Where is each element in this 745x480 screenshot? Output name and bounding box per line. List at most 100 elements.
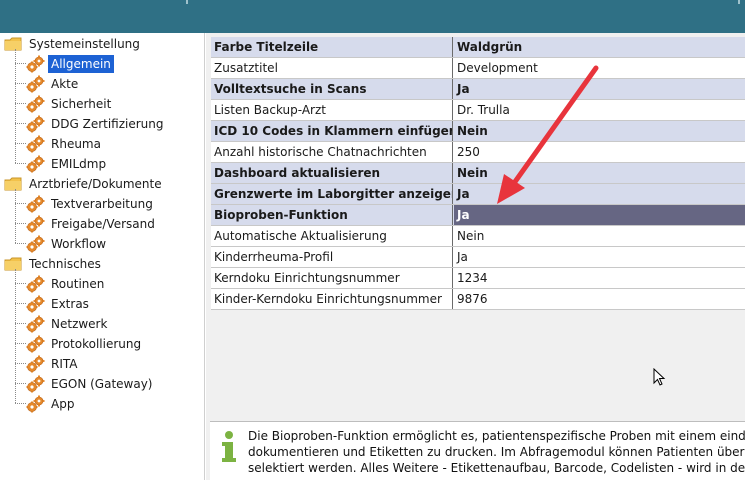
- tree-folder[interactable]: Systemeinstellung: [4, 33, 143, 53]
- setting-value[interactable]: Development: [454, 58, 745, 78]
- info-panel: Die Bioproben-Funktion ermöglicht es, pa…: [210, 421, 745, 480]
- tree-item[interactable]: DDG Zertifizierung: [26, 113, 167, 133]
- settings-row[interactable]: Kinderrheuma-Profil Ja: [211, 247, 745, 268]
- settings-row[interactable]: ICD 10 Codes in Klammern einfügen Nein: [211, 121, 745, 142]
- tree-connector: [15, 303, 26, 304]
- tree-item-label: DDG Zertifizierung: [51, 116, 164, 131]
- settings-row[interactable]: Volltextsuche in Scans Ja: [211, 79, 745, 100]
- tree-item-label: Workflow: [51, 236, 107, 251]
- tree-item[interactable]: RITA: [26, 353, 80, 373]
- tree-connector: [15, 243, 26, 244]
- tree-folder-label: Systemeinstellung: [29, 36, 140, 51]
- gear-icon: [26, 295, 46, 313]
- tree-item-label: Routinen: [51, 276, 105, 291]
- setting-value[interactable]: Dr. Trulla: [454, 100, 745, 120]
- setting-name: Automatische Aktualisierung: [211, 226, 453, 246]
- tree-item-label: EGON (Gateway): [51, 376, 153, 391]
- setting-name: Grenzwerte im Laborgitter anzeigen: [211, 184, 453, 204]
- settings-row[interactable]: Automatische Aktualisierung Nein: [211, 226, 745, 247]
- tree-item[interactable]: Allgemein: [26, 53, 114, 73]
- settings-row[interactable]: Anzahl historische Chatnachrichten 250: [211, 142, 745, 163]
- tree-folder[interactable]: Technisches: [4, 253, 104, 273]
- setting-name: Zusatztitel: [211, 58, 453, 78]
- gear-icon: [26, 395, 46, 413]
- tree-folder-label: Technisches: [29, 256, 101, 271]
- tree-connector: [15, 63, 26, 64]
- folder-icon: [4, 257, 22, 271]
- setting-value[interactable]: Nein: [454, 121, 745, 141]
- tree-item[interactable]: EMILdmp: [26, 153, 109, 173]
- tree-item-label: Freigabe/Versand: [51, 216, 155, 231]
- tree-item[interactable]: Workflow: [26, 233, 109, 253]
- settings-tree: Systemeinstellung Allgemein Akte Sicherheit…: [0, 33, 205, 480]
- setting-value[interactable]: 250: [454, 142, 745, 162]
- tree-connector: [15, 269, 16, 403]
- tree-item[interactable]: Protokollierung: [26, 333, 144, 353]
- tree-connector: [15, 163, 26, 164]
- tree-item[interactable]: Textverarbeitung: [26, 193, 156, 213]
- tree-item-label: Akte: [51, 76, 79, 91]
- setting-value[interactable]: Waldgrün: [454, 37, 745, 57]
- tree-folder[interactable]: Arztbriefe/Dokumente: [4, 173, 165, 193]
- info-line: dokumentieren und Etiketten zu drucken. …: [248, 445, 745, 459]
- settings-row[interactable]: Bioproben-Funktion Ja: [211, 205, 745, 226]
- gear-icon: [26, 135, 46, 153]
- tree-item-label: Rheuma: [51, 136, 101, 151]
- tree-item-label: Extras: [51, 296, 89, 311]
- tree-connector: [15, 83, 26, 84]
- setting-name: Listen Backup-Arzt: [211, 100, 453, 120]
- setting-value[interactable]: Ja: [454, 184, 745, 204]
- tree-item[interactable]: Routinen: [26, 273, 107, 293]
- info-line: selektiert werden. Alles Weitere - Etike…: [248, 461, 745, 475]
- mouse-cursor-icon: [653, 368, 666, 386]
- setting-value[interactable]: 9876: [454, 289, 745, 309]
- tree-item[interactable]: Akte: [26, 73, 81, 93]
- gear-icon: [26, 75, 46, 93]
- tree-connector: [15, 49, 16, 163]
- gear-icon: [26, 315, 46, 333]
- settings-row[interactable]: Kinder-Kerndoku Einrichtungsnummer 9876: [211, 289, 745, 310]
- settings-row[interactable]: Zusatztitel Development: [211, 58, 745, 79]
- title-bar-mark: [186, 0, 188, 4]
- gear-icon: [26, 195, 46, 213]
- tree-connector: [15, 189, 16, 243]
- tree-item-label: Sicherheit: [51, 96, 112, 111]
- settings-row[interactable]: Dashboard aktualisieren Nein: [211, 163, 745, 184]
- setting-name: ICD 10 Codes in Klammern einfügen: [211, 121, 453, 141]
- gear-icon: [26, 355, 46, 373]
- tree-item[interactable]: Sicherheit: [26, 93, 114, 113]
- title-bar: [0, 0, 745, 33]
- tree-folder-label: Arztbriefe/Dokumente: [29, 176, 162, 191]
- tree-connector: [15, 323, 26, 324]
- setting-name: Kerndoku Einrichtungsnummer: [211, 268, 453, 288]
- tree-item[interactable]: Extras: [26, 293, 92, 313]
- setting-name: Kinderrheuma-Profil: [211, 247, 453, 267]
- tree-item[interactable]: Freigabe/Versand: [26, 213, 158, 233]
- tree-connector: [15, 203, 26, 204]
- setting-value[interactable]: Nein: [454, 163, 745, 183]
- setting-value[interactable]: Nein: [454, 226, 745, 246]
- gear-icon: [26, 275, 46, 293]
- setting-value[interactable]: Ja: [454, 205, 745, 225]
- settings-row[interactable]: Grenzwerte im Laborgitter anzeigen Ja: [211, 184, 745, 205]
- tree-connector: [15, 143, 26, 144]
- tree-connector: [15, 103, 26, 104]
- tree-connector: [15, 383, 26, 384]
- tree-item[interactable]: Netzwerk: [26, 313, 110, 333]
- settings-row[interactable]: Farbe Titelzeile Waldgrün: [211, 37, 745, 58]
- tree-item-label: App: [51, 396, 75, 411]
- tree-item[interactable]: App: [26, 393, 77, 413]
- tree-item-label: Textverarbeitung: [51, 196, 153, 211]
- setting-value[interactable]: Ja: [454, 79, 745, 99]
- setting-name: Volltextsuche in Scans: [211, 79, 453, 99]
- setting-value[interactable]: Ja: [454, 247, 745, 267]
- gear-icon: [26, 215, 46, 233]
- settings-row[interactable]: Kerndoku Einrichtungsnummer 1234: [211, 268, 745, 289]
- info-line: Die Bioproben-Funktion ermöglicht es, pa…: [248, 429, 745, 443]
- tree-item[interactable]: EGON (Gateway): [26, 373, 156, 393]
- tree-connector: [15, 283, 26, 284]
- setting-value[interactable]: 1234: [454, 268, 745, 288]
- tree-item[interactable]: Rheuma: [26, 133, 104, 153]
- settings-row[interactable]: Listen Backup-Arzt Dr. Trulla: [211, 100, 745, 121]
- tree-item-label: Protokollierung: [51, 336, 142, 351]
